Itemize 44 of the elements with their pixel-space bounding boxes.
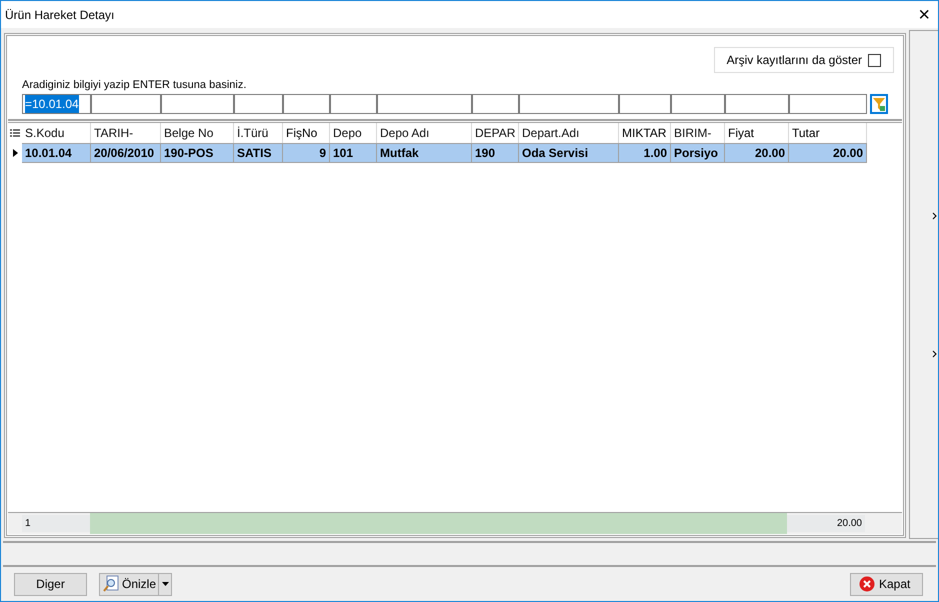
table-cell: 101 [330, 143, 377, 163]
filter-field[interactable] [472, 94, 519, 114]
row-pointer-icon [12, 149, 18, 157]
search-hint: Aradiginiz bilgiyi yazip ENTER tusuna basiniz. [22, 79, 248, 92]
cancel-icon [859, 576, 875, 592]
filter-field[interactable] [619, 94, 671, 114]
funnel-icon [873, 97, 885, 111]
filter-field[interactable] [519, 94, 619, 114]
footer-total: 20.00 [787, 515, 865, 532]
table-cell: Mutfak [377, 143, 472, 163]
filter-field[interactable]: =10.01.04 [22, 94, 91, 114]
filter-field[interactable] [161, 94, 234, 114]
window-title: Ürün Hareket Detayı [5, 6, 114, 24]
table-cell: 20.00 [789, 143, 867, 163]
filter-field[interactable] [671, 94, 725, 114]
table-cell: 20.00 [725, 143, 789, 163]
filter-field[interactable] [91, 94, 161, 114]
table-cell: 190 [472, 143, 519, 163]
filter-button[interactable] [870, 94, 888, 114]
column-chooser-icon[interactable] [10, 128, 20, 138]
close-dialog-button[interactable]: Kapat [850, 572, 923, 596]
filter-field[interactable] [283, 94, 330, 114]
caret-icon [162, 582, 168, 586]
filter-field[interactable] [330, 94, 377, 114]
filter-field[interactable] [725, 94, 789, 114]
filter-field[interactable] [789, 94, 867, 114]
other-button[interactable]: Diger [14, 572, 87, 596]
table-cell: 20/06/2010 [91, 143, 161, 163]
table-cell: 1.00 [619, 143, 671, 163]
filter-field[interactable] [234, 94, 283, 114]
table-cell: 10.01.04 [22, 143, 91, 163]
dropdown-button[interactable] [159, 572, 172, 596]
magnifier-icon [102, 575, 120, 593]
table-cell: Porsiyo [671, 143, 725, 163]
filter-field[interactable] [377, 94, 472, 114]
table-cell: Oda Servisi [519, 143, 619, 163]
table-cell: 190-POS [161, 143, 234, 163]
footer-count: 1 [22, 515, 90, 532]
preview-button[interactable]: Önizle [99, 572, 159, 596]
close-button[interactable]: × [918, 4, 930, 24]
archive-checkbox[interactable] [868, 54, 881, 66]
table-cell: SATIS [234, 143, 283, 163]
archive-label: Arşiv kayıtlarını da göster [726, 52, 862, 69]
table-cell: 9 [283, 143, 330, 163]
